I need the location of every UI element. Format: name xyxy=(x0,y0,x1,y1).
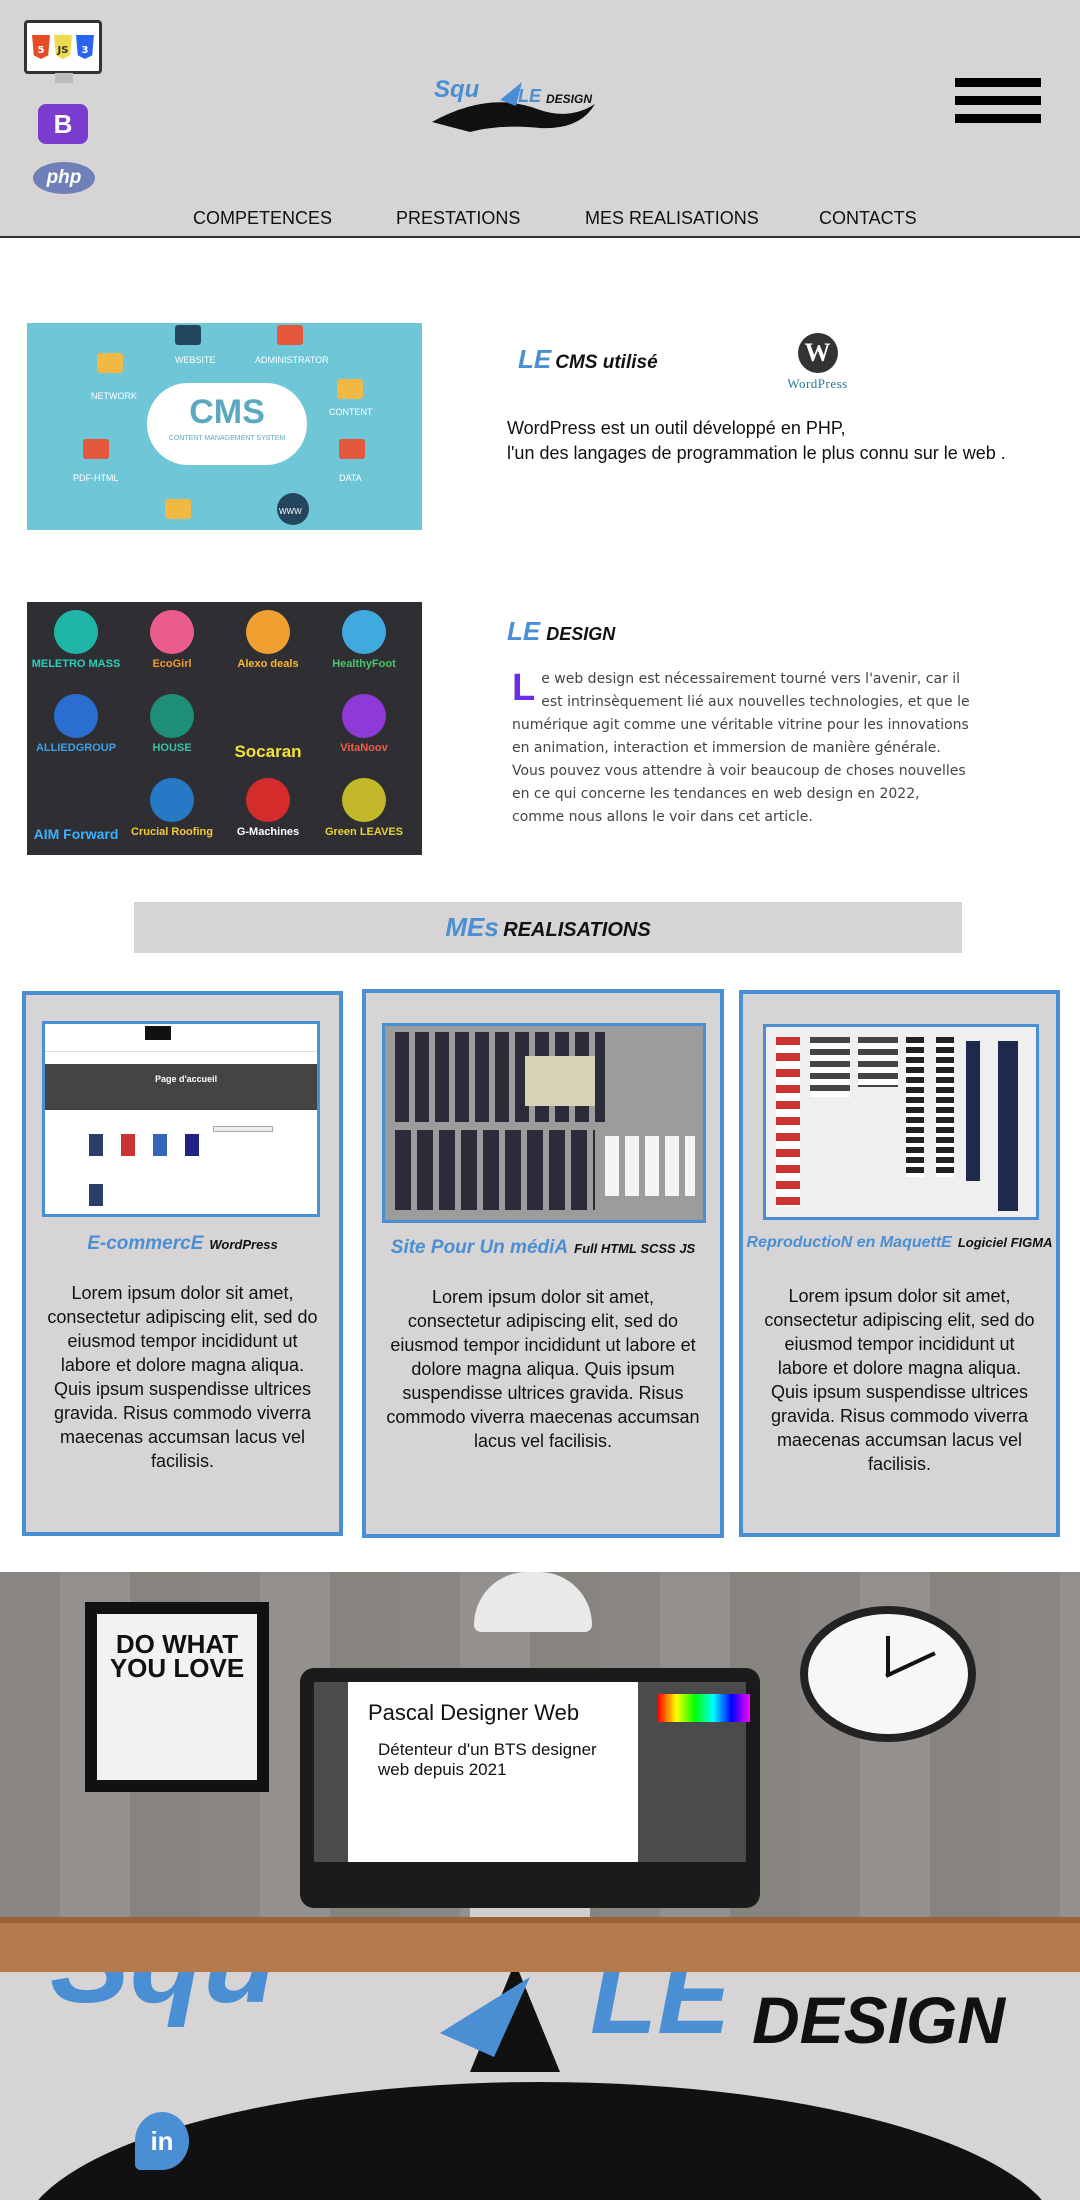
logo-house: HOUSE xyxy=(127,694,217,754)
screen-document: Pascal Designer Web Détenteur d'un BTS d… xyxy=(348,1682,638,1862)
logo-squ: Squ xyxy=(434,76,480,103)
logo-socaran: Socaran xyxy=(223,694,313,762)
cms-description: WordPress est un outil développé en PHP,… xyxy=(507,416,1067,466)
realisations-banner-mes: MEs xyxy=(445,912,499,942)
desktop-monitor: Pascal Designer Web Détenteur d'un BTS d… xyxy=(300,1668,760,1908)
css3-icon: 3 xyxy=(76,35,94,59)
cms-cloud: CMS CONTENT MANAGEMENT SYSTEM xyxy=(147,383,307,465)
bootstrap-icon: B xyxy=(38,104,88,144)
logo-vitanoov: VitaNoov xyxy=(319,694,409,754)
php-icon: php xyxy=(33,162,95,194)
media-thumbnail[interactable] xyxy=(382,1023,706,1223)
nav-prestations[interactable]: PRESTATIONS xyxy=(396,208,520,229)
website-icon xyxy=(175,325,201,345)
design-heading-le: LE xyxy=(507,616,541,646)
nav-contacts[interactable]: CONTACTS xyxy=(819,208,917,229)
footer-logo-squ: Squ xyxy=(50,1972,277,2030)
wordpress-logo-text: WordPress xyxy=(787,376,848,391)
designer-title: Pascal Designer Web xyxy=(368,1700,580,1725)
node-content: CONTENT xyxy=(329,407,373,417)
wooden-desk xyxy=(0,1917,1080,1972)
monitor-screen: Pascal Designer Web Détenteur d'un BTS d… xyxy=(314,1682,750,1862)
realisations-banner-text: REALISATIONS xyxy=(503,919,651,941)
designer-subtitle: Détenteur d'un BTS designer web depuis 2… xyxy=(378,1740,597,1779)
wordpress-icon: W xyxy=(797,333,838,373)
footer-logo-le: LE xyxy=(590,1972,731,2057)
figma-thumbnail[interactable] xyxy=(763,1024,1039,1220)
logo-le: LE xyxy=(518,86,542,106)
linkedin-icon[interactable]: in xyxy=(135,2112,189,2170)
card-title: E-commercE WordPress xyxy=(87,1233,278,1254)
logo-collage: MELETRO MASS EcoGirl Alexo deals Healthy… xyxy=(27,602,422,855)
card-body: Lorem ipsum dolor sit amet, consectetur … xyxy=(764,1286,1035,1474)
node-website: WEBSITE xyxy=(175,355,216,365)
logo-design: DESIGN xyxy=(546,92,593,106)
nav-competences[interactable]: COMPETENCES xyxy=(193,208,332,229)
drop-cap: L xyxy=(512,667,536,709)
logo-healthyfoot: HealthyFoot xyxy=(319,610,409,670)
cms-description-line1: WordPress est un outil développé en PHP, xyxy=(507,418,846,438)
wordpress-logo: W WordPress xyxy=(770,333,865,395)
cms-illustration: CMS CONTENT MANAGEMENT SYSTEM WEBSITE AD… xyxy=(27,323,422,530)
cloud-subtitle: CONTENT MANAGEMENT SYSTEM xyxy=(168,435,286,442)
design-description: Le web design est nécessairement tourné … xyxy=(512,668,972,829)
logo-aim: AIM Forward xyxy=(31,778,121,842)
card-body: Lorem ipsum dolor sit amet, consectetur … xyxy=(47,1283,318,1471)
js-icon: JS xyxy=(54,35,72,59)
html5-icon: 5 xyxy=(32,35,50,59)
hamburger-menu-icon[interactable] xyxy=(955,78,1041,132)
design-description-text: e web design est nécessairement tourné v… xyxy=(512,671,970,825)
cms-description-line2: l'un des langages de programmation le pl… xyxy=(507,443,1006,463)
card-title: Site Pour Un médiA Full HTML SCSS JS xyxy=(390,1237,696,1258)
card-body: Lorem ipsum dolor sit amet, consectetur … xyxy=(386,1287,700,1451)
poster-text: DO WHAT YOU LOVE xyxy=(97,1614,257,1780)
wall-clock-icon xyxy=(800,1606,976,1742)
logo-ecogirl: EcoGirl xyxy=(127,610,217,670)
site-header: 5 JS 3 B php Squ LE DESIGN COMPETENCES P… xyxy=(0,0,1080,238)
node-pdf: PDF-HTML xyxy=(73,473,119,483)
realisation-card-ecommerce[interactable]: Page d'accueil E-commercE WordPress Lorem… xyxy=(22,991,343,1536)
realisations-banner: MEs REALISATIONS xyxy=(134,902,962,953)
card-title: ReproductioN en MaquettE Logiciel FIGMA xyxy=(746,1234,1053,1251)
cloud-title: CMS xyxy=(189,393,265,431)
brand-logo[interactable]: Squ LE DESIGN xyxy=(430,70,600,140)
logo-g-machines: G-Machines xyxy=(223,778,313,838)
site-footer: Squ LE DESIGN in MENTIONS CONTACTS xyxy=(0,1972,1080,2200)
footer-mentions-link[interactable]: MENTIONS xyxy=(261,2170,356,2191)
logo-alliedgroup: ALLIEDGROUP xyxy=(31,694,121,754)
cms-heading-le: LE xyxy=(518,344,552,374)
motivation-poster: DO WHAT YOU LOVE xyxy=(85,1602,269,1792)
thumb-page-label: Page d'accueil xyxy=(155,1074,218,1084)
ecommerce-thumbnail[interactable]: Page d'accueil xyxy=(42,1021,320,1217)
node-administrator: ADMINISTRATOR xyxy=(255,355,329,365)
pdf-icon xyxy=(83,439,109,459)
content-icon xyxy=(337,379,363,399)
node-data: DATA xyxy=(339,473,362,483)
nav-mes-realisations[interactable]: MES REALISATIONS xyxy=(585,208,759,229)
realisation-card-media[interactable]: Site Pour Un médiA Full HTML SCSS JS Lore… xyxy=(362,989,724,1538)
cms-heading: LE CMS utilisé xyxy=(518,344,658,375)
logo-alexo: Alexo deals xyxy=(223,610,313,670)
code-icon xyxy=(165,499,191,519)
design-heading-text: DESIGN xyxy=(546,624,616,644)
node-www: WWW xyxy=(279,507,302,516)
html-css-js-monitor-icon: 5 JS 3 xyxy=(24,20,102,83)
cms-heading-text: CMS utilisé xyxy=(555,352,658,373)
logo-crucial-roofing: Crucial Roofing xyxy=(127,778,217,838)
design-heading: LE DESIGN xyxy=(507,616,615,647)
node-network: NETWORK xyxy=(91,391,137,401)
administrator-icon xyxy=(277,325,303,345)
footer-contacts-link[interactable]: CONTACTS xyxy=(775,2170,873,2191)
realisation-card-figma[interactable]: ReproductioN en MaquettE Logiciel FIGMA L… xyxy=(739,990,1060,1537)
color-spectrum xyxy=(658,1694,750,1722)
network-icon xyxy=(97,353,123,373)
logo-meletro: MELETRO MASS xyxy=(31,610,121,670)
logo-green-leaves: Green LEAVES xyxy=(319,778,409,838)
main-nav: COMPETENCES PRESTATIONS MES REALISATIONS… xyxy=(0,206,1080,236)
hero-workspace: DO WHAT YOU LOVE Pascal Designer Web Dét… xyxy=(0,1572,1080,1972)
data-icon xyxy=(339,439,365,459)
footer-logo-design: DESIGN xyxy=(752,1983,1006,2057)
